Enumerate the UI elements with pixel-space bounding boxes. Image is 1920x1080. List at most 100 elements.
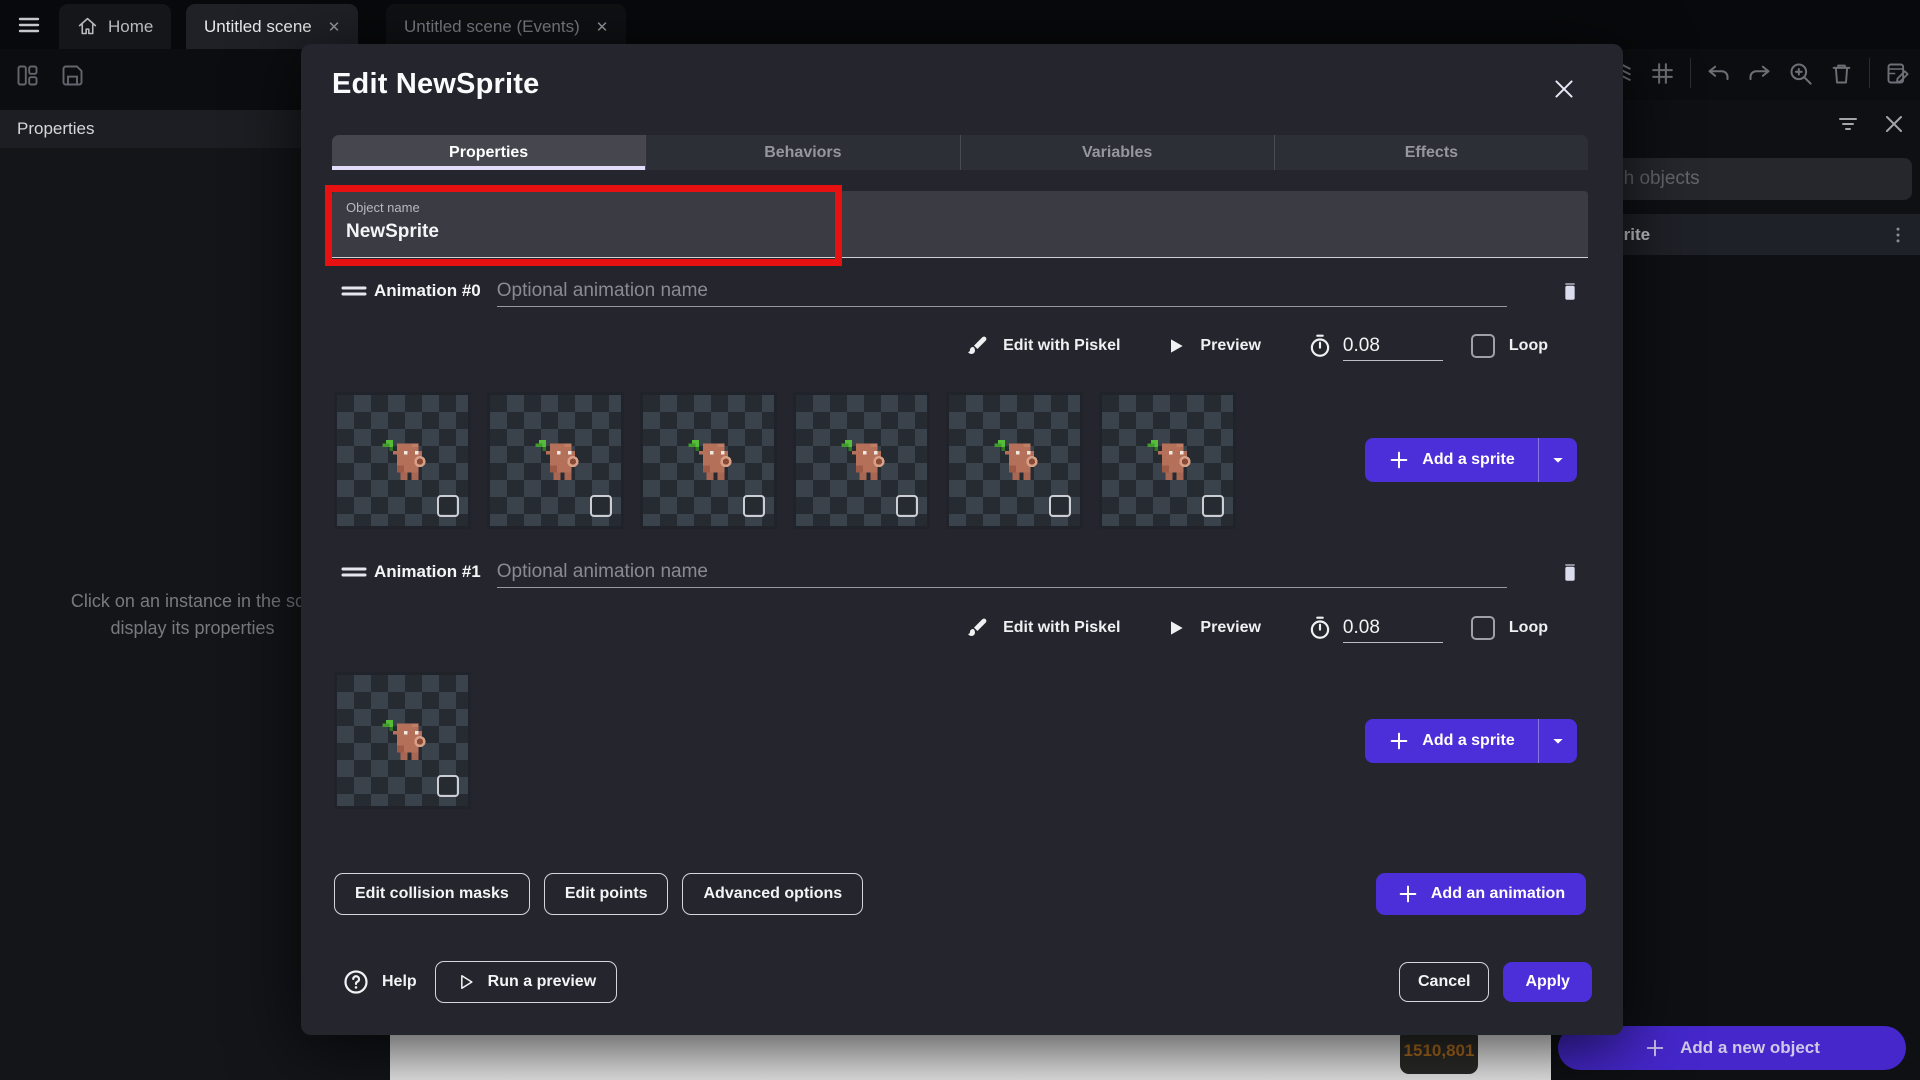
loop-label: Loop [1509, 337, 1548, 355]
preview-button[interactable]: Preview [1166, 618, 1260, 638]
grid-icon[interactable] [1649, 60, 1676, 87]
pig-sprite-image [681, 429, 739, 487]
edit-with-piskel-button[interactable]: Edit with Piskel [965, 616, 1120, 640]
delete-animation-icon[interactable] [1556, 277, 1584, 305]
sprite-frame[interactable] [1099, 392, 1236, 529]
tab-home[interactable]: Home [59, 4, 171, 49]
add-sprite-dropdown[interactable] [1539, 733, 1577, 749]
toolbar-left [14, 62, 86, 89]
drag-handle-icon[interactable] [340, 283, 368, 299]
tab-events-label: Untitled scene (Events) [404, 17, 580, 37]
dialog-close-button[interactable] [1547, 72, 1581, 106]
dialog-tabs: Properties Behaviors Variables Effects [332, 135, 1588, 170]
sprite-frame[interactable] [946, 392, 1083, 529]
delete-animation-icon[interactable] [1556, 558, 1584, 586]
edit-with-piskel-button[interactable]: Edit with Piskel [965, 334, 1120, 358]
close-tab-icon[interactable]: ✕ [328, 18, 341, 36]
animation-1-name-input[interactable] [497, 556, 1507, 588]
filter-icon[interactable] [1836, 112, 1860, 136]
panel-layout-icon[interactable] [14, 62, 41, 89]
tab-behaviors[interactable]: Behaviors [646, 135, 960, 170]
toolbar-divider [1690, 58, 1691, 88]
cancel-button[interactable]: Cancel [1399, 962, 1489, 1002]
object-name-field[interactable]: Object name [332, 191, 1588, 258]
drag-handle-icon[interactable] [340, 564, 368, 580]
stopwatch-icon [1307, 615, 1333, 641]
pig-sprite-image [375, 429, 433, 487]
pig-sprite-image [834, 429, 892, 487]
frame-checkbox[interactable] [896, 495, 918, 517]
animation-0-name-input[interactable] [497, 275, 1507, 307]
tab-properties[interactable]: Properties [332, 135, 646, 170]
edit-collision-masks-button[interactable]: Edit collision masks [334, 873, 530, 915]
pig-sprite-image [1140, 429, 1198, 487]
sprite-frame[interactable] [334, 672, 471, 809]
frame-checkbox[interactable] [437, 495, 459, 517]
close-tab-icon[interactable]: ✕ [596, 18, 609, 36]
object-name-label: Object name [346, 200, 420, 215]
plus-icon [1388, 730, 1410, 752]
frame-checkbox[interactable] [1202, 495, 1224, 517]
frame-checkbox[interactable] [437, 775, 459, 797]
tab-variables[interactable]: Variables [961, 135, 1275, 170]
tab-untitled-scene-events[interactable]: Untitled scene (Events) ✕ [386, 4, 626, 49]
help-label: Help [382, 973, 417, 991]
dialog-footer-right: Cancel Apply [1399, 961, 1592, 1003]
brush-icon [965, 616, 989, 640]
edit-sprite-dialog: Edit NewSprite Properties Behaviors Vari… [301, 44, 1623, 1035]
play-outline-icon [456, 972, 476, 992]
edit-scene-properties-icon[interactable] [1884, 60, 1911, 87]
pig-sprite-image [375, 709, 433, 767]
close-panel-icon[interactable] [1882, 112, 1906, 136]
stopwatch-icon [1307, 333, 1333, 359]
apply-button[interactable]: Apply [1503, 962, 1591, 1002]
advanced-options-button[interactable]: Advanced options [682, 873, 863, 915]
undo-icon[interactable] [1705, 60, 1732, 87]
toolbar-right [1608, 58, 1911, 88]
add-animation-label: Add an animation [1431, 885, 1565, 903]
sprite-frame[interactable] [334, 392, 471, 529]
tab-effects[interactable]: Effects [1275, 135, 1588, 170]
frame-checkbox[interactable] [1049, 495, 1071, 517]
dialog-footer-left: Help Run a preview [342, 961, 617, 1003]
trash-icon[interactable] [1828, 60, 1855, 87]
pig-sprite-image [987, 429, 1045, 487]
tab-untitled-scene[interactable]: Untitled scene ✕ [186, 4, 358, 49]
time-between-frames-input[interactable] [1343, 331, 1443, 361]
add-sprite-button[interactable]: Add a sprite [1365, 719, 1577, 763]
objects-panel-controls [1836, 112, 1906, 136]
add-sprite-label: Add a sprite [1422, 732, 1514, 750]
animation-0-frames [334, 392, 1236, 529]
add-animation-button[interactable]: Add an animation [1376, 873, 1586, 915]
animation-1-header: Animation #1 [332, 554, 1588, 590]
edit-points-button[interactable]: Edit points [544, 873, 669, 915]
animation-1-controls: Edit with Piskel Preview Loop [332, 611, 1558, 645]
add-sprite-dropdown[interactable] [1539, 452, 1577, 468]
app-screen: 1510,801 Home Untitled scene ✕ Untitled … [0, 0, 1920, 1080]
animation-title: Animation #0 [374, 281, 481, 301]
main-menu-button[interactable] [12, 8, 46, 42]
sprite-frame[interactable] [793, 392, 930, 529]
add-sprite-label: Add a sprite [1422, 451, 1514, 469]
run-preview-button[interactable]: Run a preview [435, 961, 617, 1003]
animation-0-header: Animation #0 [332, 273, 1588, 309]
edit-with-piskel-label: Edit with Piskel [1003, 337, 1120, 355]
time-between-frames-input[interactable] [1343, 613, 1443, 643]
loop-checkbox[interactable] [1471, 616, 1495, 640]
preview-button[interactable]: Preview [1166, 336, 1260, 356]
frame-checkbox[interactable] [743, 495, 765, 517]
sprite-frame[interactable] [487, 392, 624, 529]
save-icon[interactable] [59, 62, 86, 89]
loop-checkbox[interactable] [1471, 334, 1495, 358]
object-name-input[interactable] [346, 221, 746, 243]
sprite-actions-row: Edit collision masks Edit points Advance… [334, 873, 863, 915]
sprite-frame[interactable] [640, 392, 777, 529]
plus-icon [1644, 1037, 1666, 1059]
redo-icon[interactable] [1746, 60, 1773, 87]
item-menu-icon[interactable] [1888, 225, 1908, 245]
preview-label: Preview [1200, 337, 1260, 355]
zoom-in-icon[interactable] [1787, 60, 1814, 87]
add-sprite-button[interactable]: Add a sprite [1365, 438, 1577, 482]
frame-checkbox[interactable] [590, 495, 612, 517]
help-button[interactable]: Help [342, 968, 417, 996]
